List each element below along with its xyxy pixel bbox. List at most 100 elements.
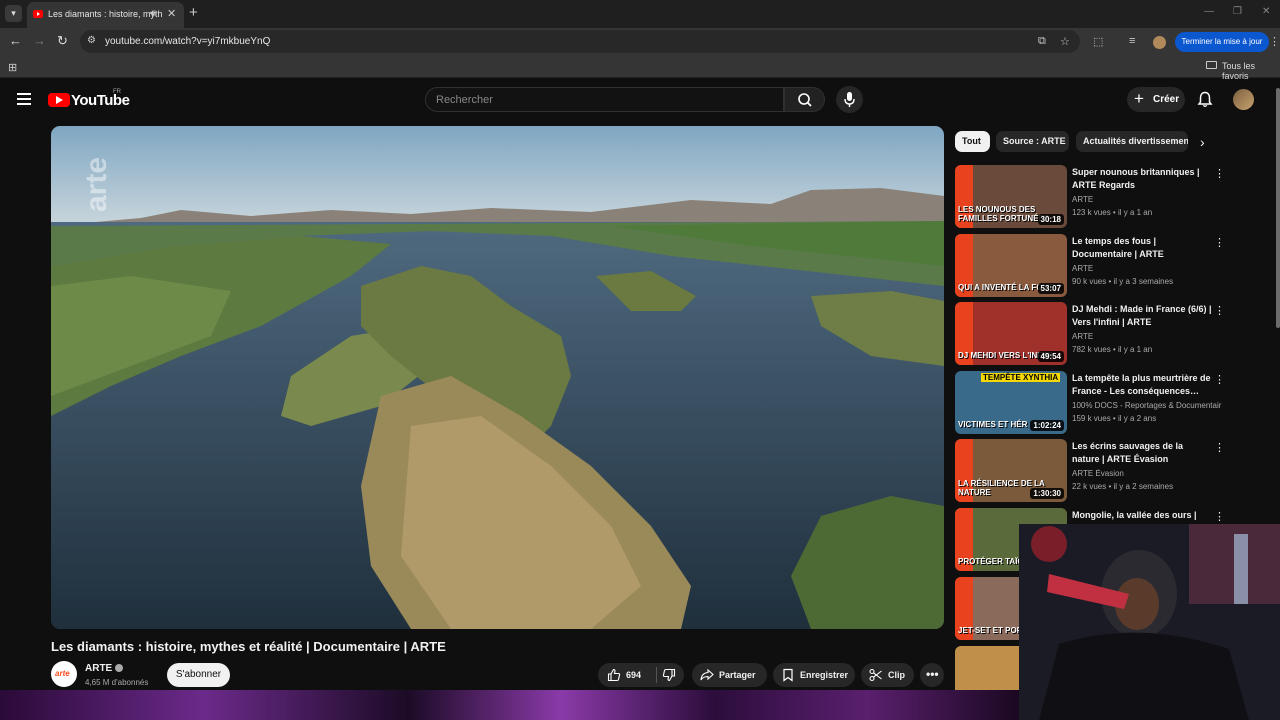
recommendation-channel[interactable]: ARTE — [1072, 264, 1222, 273]
search-button[interactable] — [784, 87, 825, 112]
recommendation-title[interactable]: Super nounous britanniques | ARTE Regard… — [1072, 166, 1212, 192]
reload-icon[interactable]: ↻ — [57, 34, 68, 48]
recommendation-item[interactable]: LA RÉSILIENCE DE LA NATURE 1:30:30 Les écr… — [955, 439, 1225, 503]
channel-avatar[interactable]: arte — [51, 661, 77, 687]
more-options-icon[interactable]: ⋮ — [1214, 304, 1225, 317]
share-icon — [700, 668, 714, 681]
voice-search-button[interactable] — [836, 86, 863, 113]
video-thumbnail[interactable]: LES NOUNOUS DES FAMILLES FORTUNÉES 30:18 — [955, 165, 1067, 228]
thumbnail-banner: TEMPÊTE XYNTHIA — [981, 373, 1061, 382]
more-options-icon[interactable]: ⋮ — [1214, 441, 1225, 454]
video-thumbnail[interactable]: TEMPÊTE XYNTHIA VICTIMES ET HÉR 1:02:24 — [955, 371, 1067, 434]
video-title: Les diamants : histoire, mythes et réali… — [51, 639, 446, 654]
site-info-icon[interactable]: ⚙ — [87, 35, 100, 48]
upload-age: il y a 3 semaines — [1113, 277, 1174, 286]
more-options-icon[interactable]: ⋮ — [1214, 373, 1225, 386]
notifications-bell-icon[interactable] — [1197, 91, 1213, 113]
close-window-icon[interactable]: ✕ — [1262, 6, 1270, 17]
recommendation-channel[interactable]: ARTE — [1072, 195, 1222, 204]
recommendation-title[interactable]: Le temps des fous | Documentaire | ARTE — [1072, 235, 1212, 261]
recommendation-title[interactable]: Mongolie, la vallée des ours | — [1072, 509, 1212, 522]
recommendation-item[interactable]: LES NOUNOUS DES FAMILLES FORTUNÉES 30:18 S… — [955, 165, 1225, 229]
recommendation-item[interactable]: QUI A INVENTÉ LA FOLIE ? 53:07 Le temps de… — [955, 234, 1225, 298]
video-frame: arte — [51, 126, 944, 629]
like-count[interactable]: 694 — [626, 670, 641, 680]
chip-entertainment-news[interactable]: Actualités divertissement — [1076, 131, 1188, 152]
page-scrollbar[interactable] — [1276, 88, 1280, 328]
thumbs-down-icon[interactable] — [662, 668, 676, 682]
bookmark-star-icon[interactable]: ☆ — [1060, 35, 1070, 48]
search-input[interactable] — [436, 93, 766, 107]
chip-source-arte[interactable]: Source : ARTE — [996, 131, 1069, 152]
subscribe-button[interactable]: S'abonner — [167, 663, 230, 687]
upload-age: il y a 2 ans — [1117, 414, 1157, 423]
account-avatar[interactable] — [1233, 89, 1254, 110]
minimize-icon[interactable]: — — [1204, 6, 1214, 17]
share-button[interactable]: Partager — [692, 663, 767, 687]
guide-menu-icon[interactable] — [17, 93, 31, 105]
recommendation-channel[interactable]: ARTE — [1072, 332, 1222, 341]
chevron-right-icon[interactable]: › — [1200, 134, 1205, 150]
restore-icon[interactable]: ❐ — [1233, 6, 1242, 17]
finish-update-button[interactable]: Terminer la mise à jour — [1175, 32, 1269, 52]
youtube-favicon-icon — [33, 10, 43, 18]
video-duration: 53:07 — [1037, 283, 1064, 294]
recommendation-meta: 159 k vues • il y a 2 ans — [1072, 414, 1157, 423]
back-icon[interactable]: ← — [9, 34, 22, 48]
more-options-icon[interactable]: ⋮ — [1214, 236, 1225, 249]
video-thumbnail[interactable]: DJ MEHDI VERS L'INFINI 49:54 — [955, 302, 1067, 365]
microphone-icon — [844, 92, 855, 107]
browser-menu-icon[interactable]: ⋮ — [1269, 35, 1280, 48]
forward-icon[interactable]: → — [33, 34, 46, 48]
close-tab-icon[interactable]: ✕ — [167, 7, 176, 20]
more-options-icon[interactable]: ⋮ — [1214, 510, 1225, 523]
country-code: FR — [113, 89, 121, 95]
arte-watermark: arte — [80, 157, 113, 212]
recommendation-title[interactable]: Les écrins sauvages de la nature | ARTE … — [1072, 440, 1212, 466]
recommendation-item[interactable]: TEMPÊTE XYNTHIA VICTIMES ET HÉR 1:02:24 La … — [955, 371, 1225, 435]
media-control-icon[interactable]: ≡ — [1129, 35, 1135, 47]
share-label: Partager — [719, 670, 756, 680]
bookmark-icon — [783, 668, 793, 682]
save-label: Enregistrer — [800, 670, 849, 680]
url-text[interactable]: youtube.com/watch?v=yi7mkbueYnQ — [105, 36, 270, 47]
create-label: Créer — [1153, 94, 1180, 105]
video-thumbnail[interactable]: LA RÉSILIENCE DE LA NATURE 1:30:30 — [955, 439, 1067, 502]
all-bookmarks-link[interactable]: Tous les favoris — [1222, 61, 1280, 81]
recommendation-item[interactable]: DJ MEHDI VERS L'INFINI 49:54 DJ Mehdi : Ma… — [955, 302, 1225, 366]
address-bar[interactable]: ⚙ youtube.com/watch?v=yi7mkbueYnQ ⧉ ☆ — [80, 30, 1080, 53]
chip-all[interactable]: Tout — [955, 131, 990, 152]
bookmarks-bar: ⊞ Tous les favoris — [0, 55, 1280, 81]
speaker-icon[interactable]: 🔊︎ — [150, 8, 156, 19]
clip-button[interactable]: Clip — [861, 663, 914, 687]
extensions-icon[interactable]: ⬚ — [1093, 35, 1103, 48]
view-count: 22 k vues — [1072, 482, 1107, 491]
install-app-icon[interactable]: ⧉ — [1038, 35, 1046, 48]
more-options-icon[interactable]: ⋮ — [1214, 167, 1225, 180]
recommendation-title[interactable]: DJ Mehdi : Made in France (6/6) | Vers l… — [1072, 303, 1212, 329]
browser-profile-avatar[interactable] — [1153, 36, 1166, 49]
video-duration: 30:18 — [1037, 214, 1064, 225]
channel-name[interactable]: ARTE — [85, 663, 112, 674]
youtube-logo-icon[interactable] — [48, 93, 70, 107]
save-button[interactable]: Enregistrer — [773, 663, 855, 687]
webcam-image — [1019, 524, 1280, 720]
apps-grid-icon[interactable]: ⊞ — [8, 61, 17, 74]
search-icon — [798, 93, 812, 107]
tab-title: Les diamants : histoire, myth — [48, 9, 163, 19]
recommendation-channel[interactable]: ARTE Évasion — [1072, 469, 1222, 478]
create-button[interactable]: + Créer — [1127, 87, 1185, 112]
view-count: 782 k vues — [1072, 345, 1111, 354]
more-actions-button[interactable]: ••• — [920, 663, 944, 687]
thumbs-up-icon[interactable] — [607, 668, 621, 682]
video-player[interactable]: arte — [51, 126, 944, 629]
active-tab[interactable]: Les diamants : histoire, myth 🔊︎ ✕ — [27, 2, 184, 28]
video-duration: 1:30:30 — [1030, 488, 1064, 499]
view-count: 90 k vues — [1072, 277, 1107, 286]
new-tab-button[interactable]: + — [189, 4, 198, 21]
thumbnail-caption: VICTIMES ET HÉR — [958, 420, 1028, 429]
tab-search-button[interactable]: ▾ — [5, 5, 22, 22]
recommendation-title[interactable]: La tempête la plus meurtrière de France … — [1072, 372, 1212, 398]
video-thumbnail[interactable]: QUI A INVENTÉ LA FOLIE ? 53:07 — [955, 234, 1067, 297]
recommendation-channel[interactable]: 100% DOCS - Reportages & Documentair… — [1072, 401, 1222, 410]
